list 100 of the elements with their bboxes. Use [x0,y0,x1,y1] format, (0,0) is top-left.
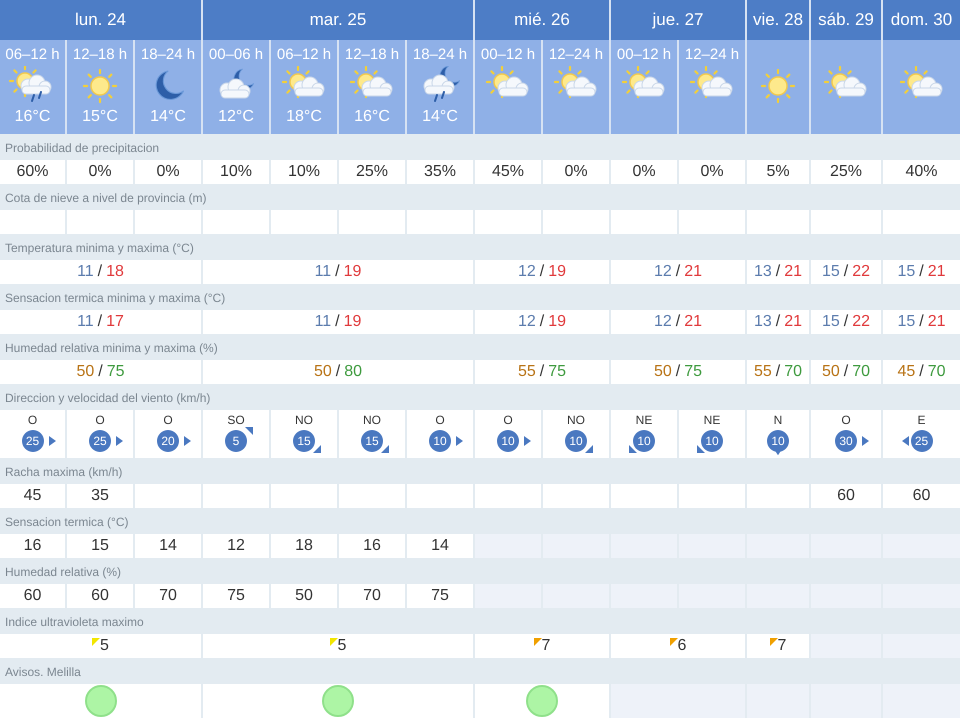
temperature: 14°C [150,108,186,126]
period-time: 06–12 h [5,46,60,64]
min-value: 15 [822,263,840,281]
min-value: 50 [654,363,672,381]
separator: / [98,263,102,281]
wind-arrow-icon [697,445,705,455]
min-value: 50 [822,363,840,381]
separator: / [844,263,848,281]
table-cell: 18 [271,534,337,558]
min-value: 11 [314,263,332,281]
max-value: 75 [548,363,566,381]
max-value: 19 [548,263,566,281]
uv-index: 7 [542,637,550,655]
temperature: 15°C [82,108,118,126]
wind-arrow-icon [585,445,593,455]
max-value: 80 [344,363,362,381]
day-header: vie. 28 [747,0,809,40]
period-time: 12–24 h [684,46,740,64]
uv-index: 6 [678,637,686,655]
table-cell: 60 [883,484,960,508]
section-label: Sensacion termica (°C) [4,514,130,531]
wind-arrow-icon [313,445,321,455]
min-value: 12 [654,313,672,331]
section-label: Humedad relativa (%) [4,564,122,581]
table-cell: 70 [135,584,201,608]
min-value: 11 [314,313,332,331]
table-cell: 16 [0,534,65,558]
section-label: Avisos. Melilla [4,664,82,681]
wind-arrow-icon [629,445,637,455]
table-cell: 0% [611,160,677,184]
wind-speed: 25 [910,430,932,452]
temperature: 12°C [218,108,254,126]
max-value: 19 [344,263,362,281]
uv-index: 5 [338,637,346,655]
wind-arrow-icon [902,436,910,446]
wind-speed: 10 [565,430,587,452]
table-cell: 14 [135,534,201,558]
max-value: 21 [928,263,946,281]
separator: / [335,313,340,331]
wind-arrow-icon [116,436,124,446]
table-cell: 15 [67,534,133,558]
min-value: 15 [897,263,916,281]
table-cell: 0% [679,160,745,184]
min-value: 12 [518,263,536,281]
max-value: 21 [684,313,702,331]
section-label: Indice ultravioleta maximo [4,614,145,631]
section-label: Sensacion termica minima y maxima (°C) [4,290,226,307]
max-value: 70 [928,363,946,381]
day-header: lun. 24 [0,0,201,40]
table-cell: 12 [203,534,269,558]
separator: / [776,363,780,381]
separator: / [676,263,680,281]
min-value: 13 [754,263,772,281]
day-header: mié. 26 [475,0,609,40]
min-value: 11 [77,263,94,281]
wind-arrow-icon [774,451,782,458]
wind-speed: 10 [633,430,655,452]
table-cell: 5% [747,160,809,184]
table-cell: 60 [67,584,133,608]
wind-speed: 15 [361,430,383,452]
wind-speed: 10 [429,430,451,452]
table-cell: 35% [407,160,473,184]
wind-direction: O [841,413,851,428]
max-value: 70 [784,363,802,381]
table-cell: 60 [811,484,881,508]
min-value: 11 [77,313,94,331]
wind-speed: 10 [497,430,519,452]
table-cell: 75 [203,584,269,608]
min-value: 50 [76,363,94,381]
wind-speed: 25 [89,430,111,452]
min-value: 12 [518,313,536,331]
period-time: 00–12 h [616,46,672,64]
temperature: 14°C [422,108,458,126]
separator: / [540,263,544,281]
wind-arrow-icon [381,445,389,455]
wind-direction: NO [363,413,381,428]
table-cell: 60% [0,160,65,184]
separator: / [844,313,848,331]
min-value: 12 [654,263,672,281]
wind-arrow-icon [245,427,253,437]
period-time: 00–12 h [480,46,536,64]
max-value: 17 [106,313,124,331]
separator: / [776,313,780,331]
section-label: Direccion y velocidad del viento (km/h) [4,390,212,407]
day-header: sáb. 29 [811,0,881,40]
wind-direction: O [95,413,105,428]
separator: / [335,263,340,281]
max-value: 21 [784,313,802,331]
table-cell: 14 [407,534,473,558]
max-value: 75 [106,363,125,381]
table-cell: 45% [475,160,541,184]
temperature: 16°C [354,108,390,126]
max-value: 21 [684,263,702,281]
period-time: 12–18 h [72,46,128,64]
min-value: 15 [897,313,916,331]
wind-direction: N [774,413,782,428]
separator: / [844,363,848,381]
table-cell: 0% [543,160,609,184]
wind-direction: E [917,413,926,428]
max-value: 21 [784,263,802,281]
